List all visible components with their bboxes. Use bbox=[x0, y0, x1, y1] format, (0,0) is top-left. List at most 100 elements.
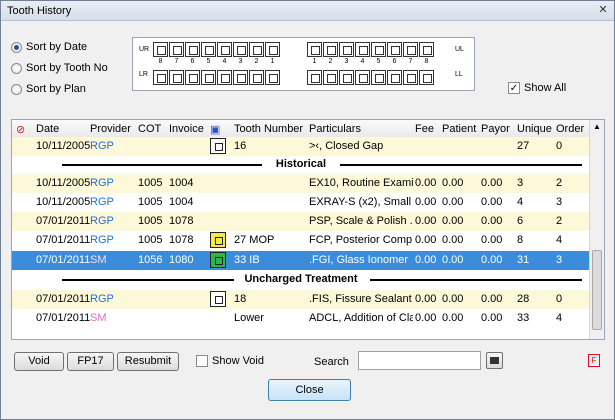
tooth-icon[interactable] bbox=[339, 42, 354, 57]
cell-patient: 0.00 bbox=[442, 293, 464, 305]
cell-fee: 0.00 bbox=[415, 234, 437, 246]
cell-fee: 0.00 bbox=[415, 196, 437, 208]
table-row[interactable]: 07/01/2011 SM Lower ADCL, Addition of Cl… bbox=[12, 309, 590, 328]
tooth-icon[interactable] bbox=[265, 42, 280, 57]
sort-by-plan-radio[interactable]: Sort by Plan bbox=[11, 83, 86, 95]
table-row[interactable]: 07/01/2011 RGP 1005 1078 PSP, Scale & Po… bbox=[12, 212, 590, 231]
cell-date: 07/01/2011 bbox=[36, 234, 91, 246]
cell-particulars: EXRAY-S (x2), Small ... bbox=[309, 196, 413, 208]
tooth-icon[interactable] bbox=[403, 42, 418, 57]
tooth-icon[interactable] bbox=[387, 42, 402, 57]
show-void-checkbox[interactable]: Show Void bbox=[196, 355, 264, 367]
tooth-icon[interactable] bbox=[233, 42, 248, 57]
col-fee[interactable]: Fee bbox=[415, 123, 434, 135]
sort-by-date-label: Sort by Date bbox=[26, 41, 88, 53]
section-label: Uncharged Treatment bbox=[244, 273, 358, 285]
cell-provider: SM bbox=[90, 254, 107, 266]
tooth-icon[interactable] bbox=[387, 70, 402, 85]
checkbox-box bbox=[196, 355, 208, 367]
cell-tooth: 18 bbox=[234, 293, 247, 305]
tooth-icon[interactable] bbox=[233, 70, 248, 85]
scroll-up-icon[interactable]: ▲ bbox=[592, 122, 602, 134]
show-all-checkbox[interactable]: ✓ Show All bbox=[508, 82, 566, 94]
col-patient[interactable]: Patient bbox=[442, 123, 476, 135]
cell-date: 10/11/2005 bbox=[36, 177, 91, 189]
tooth-icon[interactable] bbox=[169, 70, 184, 85]
col-unique[interactable]: Unique bbox=[517, 123, 552, 135]
cell-particulars: >‹, Closed Gap bbox=[309, 140, 384, 152]
search-input[interactable] bbox=[358, 351, 481, 370]
cell-invoice: 1004 bbox=[169, 177, 194, 189]
cell-date: 07/01/2011 bbox=[36, 215, 91, 227]
cell-unique: 6 bbox=[517, 215, 524, 227]
cell-tooth: Lower bbox=[234, 312, 264, 324]
tooth-icon[interactable] bbox=[307, 42, 322, 57]
tooth-icon[interactable] bbox=[249, 70, 264, 85]
fp17-button[interactable]: FP17 bbox=[67, 352, 114, 371]
table-row[interactable]: 10/11/2005 RGP 1005 1004 EXRAY-S (x2), S… bbox=[12, 193, 590, 212]
tooth-icon[interactable] bbox=[265, 70, 280, 85]
cell-payor: 0.00 bbox=[481, 312, 503, 324]
tooth-icon[interactable] bbox=[355, 42, 370, 57]
vertical-scrollbar[interactable]: ▲ bbox=[589, 120, 604, 339]
cell-order: 2 bbox=[556, 177, 563, 189]
window-title: Tooth History bbox=[7, 5, 72, 17]
tooth-icon bbox=[210, 138, 226, 154]
col-provider[interactable]: Provider bbox=[90, 123, 131, 135]
col-date[interactable]: Date bbox=[36, 123, 59, 135]
lower-left-teeth bbox=[307, 70, 434, 85]
table-row[interactable]: 07/01/2011 RGP 18 .FIS, Fissure Sealant … bbox=[12, 290, 590, 309]
tooth-icon[interactable] bbox=[371, 42, 386, 57]
sort-by-date-radio[interactable]: Sort by Date bbox=[11, 41, 87, 53]
cell-order: 0 bbox=[556, 140, 563, 152]
close-icon[interactable]: ✕ bbox=[596, 4, 610, 17]
tooth-icon[interactable] bbox=[323, 42, 338, 57]
filter-icon[interactable]: F bbox=[588, 354, 600, 367]
tooth-icon[interactable] bbox=[153, 70, 168, 85]
col-invoice[interactable]: Invoice bbox=[169, 123, 204, 135]
table-row[interactable]: 10/11/2005 RGP 16 >‹, Closed Gap 27 0 bbox=[12, 137, 590, 156]
tooth-icon[interactable] bbox=[185, 42, 200, 57]
cell-provider: RGP bbox=[90, 140, 114, 152]
tooth-icon[interactable] bbox=[371, 70, 386, 85]
tooth-icon[interactable] bbox=[201, 70, 216, 85]
tooth-icon[interactable] bbox=[153, 42, 168, 57]
col-particulars[interactable]: Particulars bbox=[309, 123, 361, 135]
cell-unique: 33 bbox=[517, 312, 530, 324]
search-button[interactable] bbox=[486, 352, 503, 369]
cell-cot: 1005 bbox=[138, 196, 163, 208]
cell-particulars: .FIS, Fissure Sealant bbox=[309, 293, 412, 305]
scroll-thumb[interactable] bbox=[592, 250, 602, 330]
tooth-icon[interactable] bbox=[403, 70, 418, 85]
tooth-icon[interactable] bbox=[323, 70, 338, 85]
sort-by-tooth-radio[interactable]: Sort by Tooth No bbox=[11, 62, 108, 74]
checkmark-icon: ✓ bbox=[508, 82, 520, 94]
table-row[interactable]: 10/11/2005 RGP 1005 1004 EX10, Routine E… bbox=[12, 174, 590, 193]
table-row[interactable]: 07/01/2011 RGP 1005 1078 27 MOP FCP, Pos… bbox=[12, 231, 590, 250]
tooth-icon[interactable] bbox=[419, 42, 434, 57]
resubmit-button[interactable]: Resubmit bbox=[117, 352, 179, 371]
cell-patient: 0.00 bbox=[442, 254, 464, 266]
tooth-icon[interactable] bbox=[217, 42, 232, 57]
cell-payor: 0.00 bbox=[481, 234, 503, 246]
table-row-selected[interactable]: 07/01/2011 SM 1056 1080 33 IB .FGI, Glas… bbox=[12, 251, 590, 270]
close-button[interactable]: Close bbox=[268, 379, 351, 401]
tooth-icon[interactable] bbox=[355, 70, 370, 85]
tooth-icon[interactable] bbox=[169, 42, 184, 57]
tooth-icon[interactable] bbox=[307, 70, 322, 85]
col-payor[interactable]: Payor bbox=[481, 123, 510, 135]
tooth-history-window: Tooth History ✕ Sort by Date Sort by Too… bbox=[0, 0, 615, 420]
tooth-icon[interactable] bbox=[419, 70, 434, 85]
tooth-icon[interactable] bbox=[201, 42, 216, 57]
col-tooth-number[interactable]: Tooth Number bbox=[234, 123, 303, 135]
tooth-icon[interactable] bbox=[339, 70, 354, 85]
col-cot[interactable]: COT bbox=[138, 123, 161, 135]
cell-provider: RGP bbox=[90, 234, 114, 246]
col-order[interactable]: Order bbox=[556, 123, 584, 135]
tooth-icon[interactable] bbox=[217, 70, 232, 85]
cell-invoice: 1078 bbox=[169, 234, 194, 246]
radio-dot bbox=[11, 83, 22, 95]
tooth-icon[interactable] bbox=[185, 70, 200, 85]
void-button[interactable]: Void bbox=[14, 352, 64, 371]
tooth-icon[interactable] bbox=[249, 42, 264, 57]
